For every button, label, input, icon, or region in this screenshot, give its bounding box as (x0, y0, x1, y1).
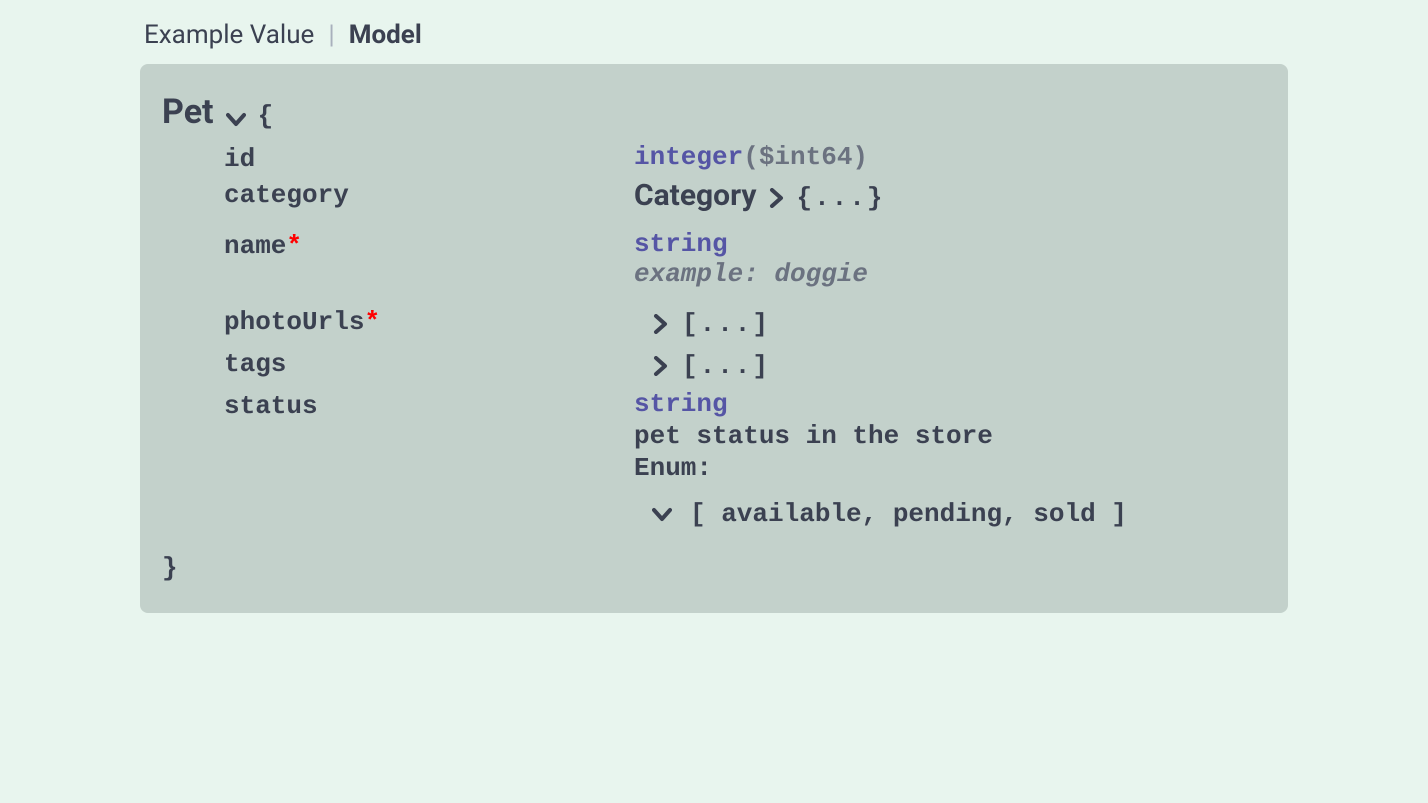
type-keyword: string (634, 389, 728, 419)
collapsed-array: [...] (682, 351, 770, 381)
chevron-right-icon (652, 309, 668, 339)
tab-divider: | (328, 20, 334, 50)
prop-type-id: integer($int64) (634, 142, 1266, 172)
tab-model[interactable]: Model (349, 20, 422, 50)
nested-model-category[interactable]: Category {...} (634, 178, 1266, 213)
chevron-right-icon (652, 351, 668, 381)
prop-name-category: category (224, 178, 634, 210)
schema-tabs: Example Value | Model (140, 20, 1288, 50)
tab-example-value[interactable]: Example Value (144, 20, 314, 50)
prop-type-photourls: [...] (634, 305, 1266, 343)
model-box: Pet { id integer($int64) category Catego… (140, 64, 1288, 613)
prop-name-id: id (224, 142, 634, 174)
property-row-id: id integer($int64) (224, 142, 1266, 174)
model-header[interactable]: Pet { (162, 92, 1266, 132)
prop-name-status: status (224, 389, 634, 421)
model-properties: id integer($int64) category Category {..… (162, 132, 1266, 531)
collapsed-array-photourls[interactable]: [...] (634, 305, 1266, 343)
open-brace: { (258, 101, 274, 131)
nested-model-title: Category (634, 178, 756, 213)
type-keyword: string (634, 229, 728, 259)
enum-values: [ available, pending, sold ] (690, 499, 1127, 529)
prop-name-tags: tags (224, 347, 634, 379)
enum-label: Enum: (634, 453, 1266, 483)
collapsed-array: [...] (682, 309, 770, 339)
prop-name-name: name* (224, 229, 634, 261)
property-row-photourls: photoUrls* [...] (224, 305, 1266, 343)
type-keyword: integer (634, 142, 743, 172)
prop-type-tags: [...] (634, 347, 1266, 385)
prop-name-photourls: photoUrls* (224, 305, 634, 337)
collapsed-array-tags[interactable]: [...] (634, 347, 1266, 385)
prop-type-name: string example: doggie (634, 229, 1266, 289)
required-star-icon: * (364, 307, 380, 337)
model-title: Pet (162, 92, 214, 132)
property-row-name: name* string example: doggie (224, 229, 1266, 289)
example-text: example: doggie (634, 259, 1266, 289)
property-row-category: category Category {...} (224, 178, 1266, 213)
required-star-icon: * (286, 231, 302, 261)
prop-type-category: Category {...} (634, 178, 1266, 213)
property-row-status: status string pet status in the store En… (224, 389, 1266, 531)
chevron-right-icon (768, 182, 784, 212)
chevron-down-icon (226, 108, 246, 127)
property-row-tags: tags [...] (224, 347, 1266, 385)
close-brace: } (162, 535, 1266, 583)
collapsed-object: {...} (796, 183, 884, 213)
type-format: ($int64) (743, 142, 868, 172)
prop-type-status: string pet status in the store Enum: [ a… (634, 389, 1266, 531)
chevron-down-icon (652, 499, 672, 529)
status-description: pet status in the store (634, 421, 1266, 451)
enum-values-row[interactable]: [ available, pending, sold ] (634, 485, 1266, 529)
